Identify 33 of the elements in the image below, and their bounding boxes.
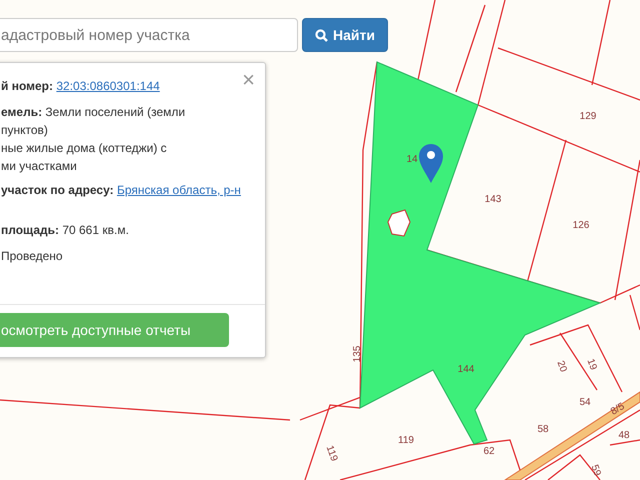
building-drawing xyxy=(387,209,411,237)
parcel-number: 8/5 xyxy=(608,401,627,418)
info-line: емель: Земли поселений (земли xyxy=(1,104,186,121)
info-line: Проведено xyxy=(1,248,63,265)
info-line: участок по адресу: Брянская область, р-н xyxy=(1,182,241,199)
parcel-number: 143 xyxy=(484,194,502,205)
info-line: ные жилые дома (коттеджи) с xyxy=(1,140,167,157)
info-link[interactable]: 32:03:0860301:144 xyxy=(56,79,160,93)
parcel-number: 19 xyxy=(584,357,599,372)
location-pin-icon xyxy=(419,144,443,183)
parcel-number: 126 xyxy=(572,220,590,231)
info-line: пунктов) xyxy=(1,122,48,139)
search-button[interactable]: Найти xyxy=(302,18,388,52)
parcel-number: 119 xyxy=(398,435,414,446)
search-icon xyxy=(315,28,328,42)
search-field[interactable]: адастровый номер участка xyxy=(0,18,298,52)
info-line: ми участками xyxy=(1,158,77,175)
parcel-number: 135 xyxy=(352,346,363,362)
parcel-number: 119 xyxy=(324,444,340,463)
parcel-number: 54 xyxy=(579,397,591,408)
parcel-number: 14 xyxy=(406,154,418,165)
reports-button[interactable]: осмотреть доступные отчеты xyxy=(0,313,229,347)
info-line: площадь: 70 661 кв.м. xyxy=(1,222,129,239)
parcel-number: 48 xyxy=(618,430,630,441)
parcel-number: 59 xyxy=(588,463,603,478)
parcel-number: 144 xyxy=(458,364,474,375)
parcel-number: 62 xyxy=(483,446,495,457)
info-link[interactable]: Брянская область, р-н xyxy=(116,183,241,197)
info-line: й номер: 32:03:0860301:144 xyxy=(1,78,160,95)
parcel-number: 129 xyxy=(580,111,596,122)
parcel-number: 20 xyxy=(554,359,569,374)
parcel-number: 58 xyxy=(537,424,549,435)
close-button[interactable]: × xyxy=(238,67,259,93)
